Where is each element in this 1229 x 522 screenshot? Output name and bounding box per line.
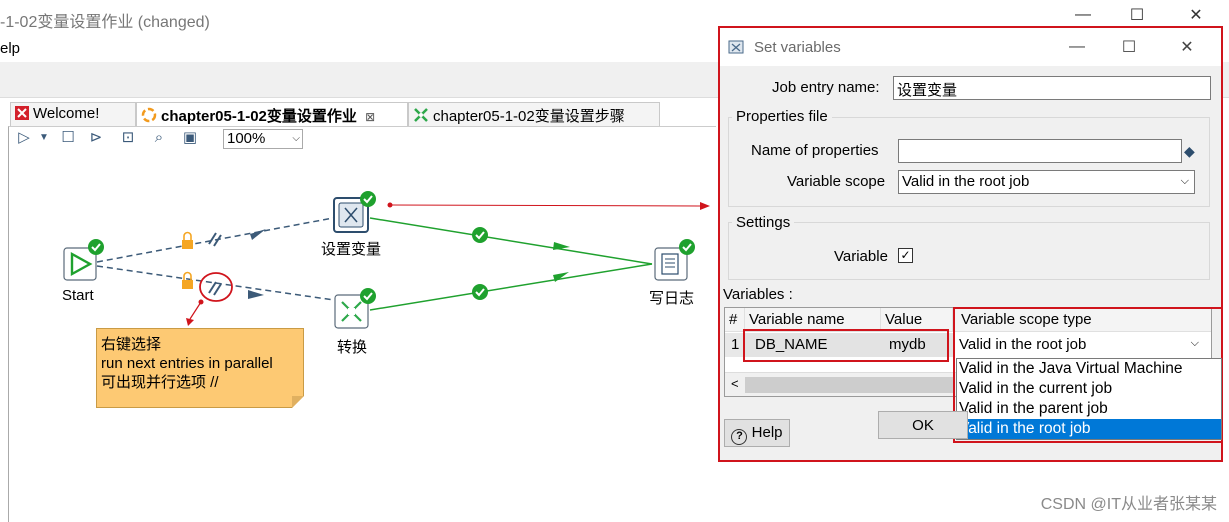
watermark: CSDN @IT从业者张某某 [1040,496,1217,513]
annotation-arrow-to-note [186,299,204,326]
ok-button-label: OK [912,417,934,434]
write-log-node-icon[interactable] [654,239,695,281]
transform-node-icon[interactable] [334,288,376,329]
minimize-icon[interactable]: — [1062,38,1092,56]
set-variables-icon [728,40,744,54]
note-line: 右键选择 [101,336,162,353]
close-icon[interactable]: ✕ [1181,5,1211,25]
hop-start-to-set[interactable] [96,217,334,263]
row-number: 1 [725,333,745,357]
scope-option-selected[interactable]: Valid in the root job [957,419,1221,439]
lock-icon [182,231,193,249]
job-entry-name-input[interactable]: 设置变量 [893,76,1211,100]
variable-scope-label: Variable scope [787,173,886,190]
note-fold-icon [292,396,304,408]
close-icon[interactable]: ✕ [1172,37,1202,57]
minimize-icon[interactable]: — [1068,6,1098,24]
variable-scope-value: Valid in the root job [902,173,1030,190]
flow-diagram [63,191,710,329]
scroll-left-icon[interactable]: < [731,376,739,391]
start-node-icon[interactable] [63,239,104,281]
annotation-arrow-to-dialog [387,202,710,210]
settings-group [728,222,1210,280]
lock-icon [182,271,193,289]
properties-file-legend: Properties file [732,108,832,125]
name-of-properties-input[interactable] [898,139,1182,163]
scope-options-list: Valid in the Java Virtual Machine Valid … [956,358,1222,440]
name-of-properties-label: Name of properties [751,142,879,159]
node-label-start: Start [62,287,94,304]
variable-checkbox-label: Variable [834,248,888,265]
scope-option[interactable]: Valid in the parent job [957,399,1221,419]
highlight-row [743,329,949,362]
settings-legend: Settings [732,214,795,231]
variable-diamond-icon[interactable]: ◆ [1184,143,1195,160]
hop-set-to-log[interactable] [369,217,653,265]
success-check-icon [472,227,488,243]
maximize-icon[interactable]: ☐ [1122,5,1152,25]
help-icon: ? [731,429,748,445]
success-check-icon [472,284,488,300]
variable-checkbox[interactable]: ✓ [898,248,913,263]
help-button[interactable]: ? Help [724,419,790,447]
node-label-set-variables: 设置变量 [321,241,382,258]
note-line: 可出现并行选项 // [101,374,219,391]
node-label-transform: 转换 [337,339,368,356]
hop-transform-to-log[interactable] [369,263,653,311]
scope-option[interactable]: Valid in the Java Virtual Machine [957,359,1221,379]
scope-option[interactable]: Valid in the current job [957,379,1221,399]
ok-button[interactable]: OK [878,411,968,439]
column-header: # [725,308,745,332]
scrollbar-thumb[interactable] [745,377,955,393]
dialog-title: Set variables [754,39,841,56]
dialog-titlebar: Set variables — ☐ ✕ [720,28,1221,66]
note-line: run next entries in parallel [101,355,273,372]
job-entry-name-label: Job entry name: [772,79,880,96]
maximize-icon[interactable]: ☐ [1114,37,1144,57]
variables-label: Variables : [723,286,793,303]
variable-scope-select[interactable]: Valid in the root job ⌵ [898,170,1195,194]
sticky-note[interactable]: 右键选择 run next entries in parallel 可出现并行选… [96,328,304,408]
node-label-write-log: 写日志 [649,290,695,307]
help-button-label: Help [751,424,783,441]
set-variables-node-icon[interactable] [333,191,376,233]
parallel-icon[interactable] [199,272,233,302]
set-variables-dialog: Set variables — ☐ ✕ Job entry name: 设置变量… [718,26,1223,462]
chevron-down-icon: ⌵ [1180,175,1189,187]
